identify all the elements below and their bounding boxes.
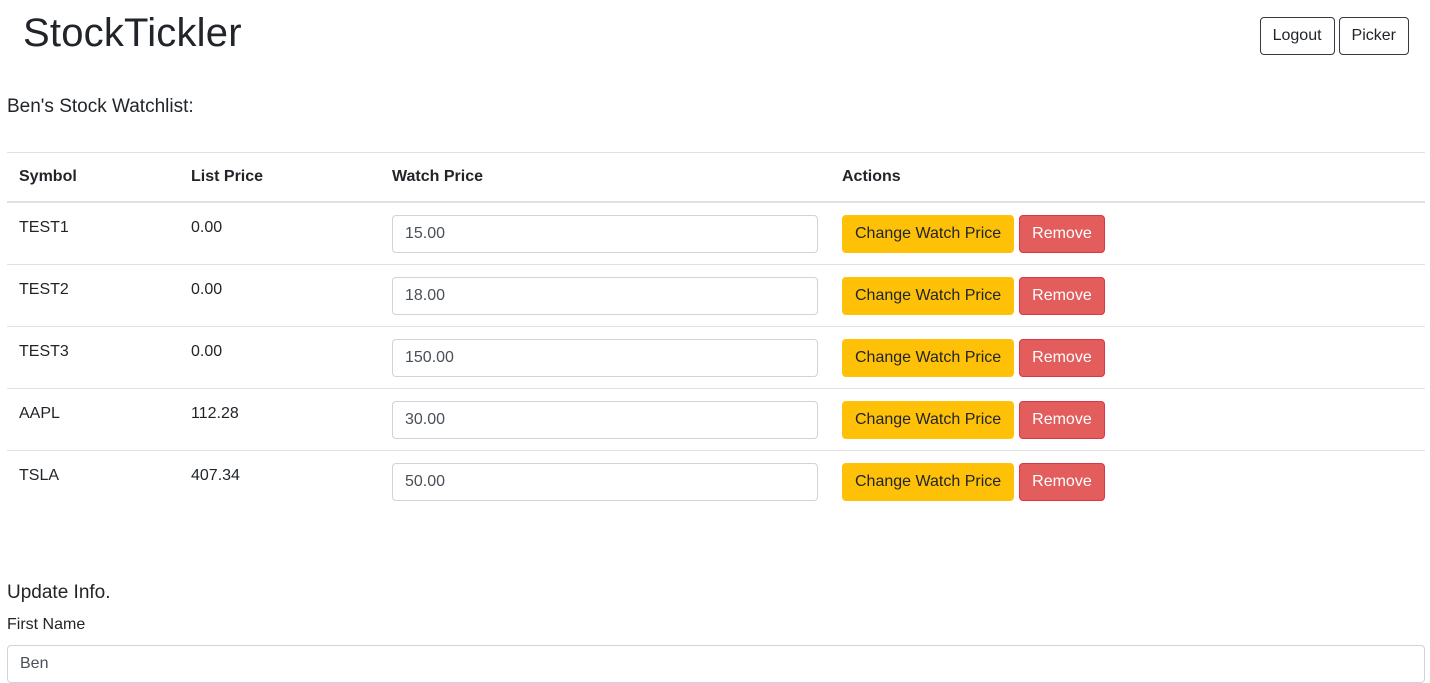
- change-watch-price-button[interactable]: Change Watch Price: [842, 338, 1015, 377]
- app-title: StockTickler: [23, 11, 242, 55]
- watch-price-input[interactable]: [392, 400, 818, 439]
- column-header-list-price: List Price: [179, 152, 380, 203]
- watchlist-title: Ben's Stock Watchlist:: [7, 96, 194, 117]
- table-header-row: Symbol List Price Watch Price Actions: [7, 152, 1425, 203]
- watch-price-cell: [380, 450, 830, 512]
- watch-price-cell: [380, 388, 830, 451]
- remove-button[interactable]: Remove: [1019, 215, 1105, 253]
- symbol-cell: TEST3: [7, 326, 179, 389]
- logout-button[interactable]: Logout: [1259, 17, 1335, 55]
- symbol-cell: AAPL: [7, 388, 179, 451]
- column-header-watch-price: Watch Price: [380, 152, 830, 203]
- list-price-cell: 0.00: [179, 202, 380, 265]
- table-row: TEST1 0.00 Change Watch Price Remove: [7, 202, 1425, 265]
- watch-price-cell: [380, 264, 830, 327]
- change-watch-price-button[interactable]: Change Watch Price: [842, 400, 1015, 439]
- watch-price-cell: [380, 326, 830, 389]
- symbol-cell: TEST2: [7, 264, 179, 327]
- watch-price-input[interactable]: [392, 215, 818, 253]
- remove-button[interactable]: Remove: [1019, 462, 1105, 501]
- remove-button[interactable]: Remove: [1019, 338, 1105, 377]
- actions-cell: Change Watch Price Remove: [830, 202, 1425, 265]
- actions-cell: Change Watch Price Remove: [830, 326, 1425, 389]
- watch-price-cell: [380, 202, 830, 265]
- remove-button[interactable]: Remove: [1019, 276, 1105, 315]
- watch-price-input[interactable]: [392, 462, 818, 501]
- actions-cell: Change Watch Price Remove: [830, 388, 1425, 451]
- first-name-input[interactable]: [7, 645, 1425, 683]
- table-row: TSLA 407.34 Change Watch Price Remove: [7, 450, 1425, 512]
- list-price-cell: 407.34: [191, 466, 240, 484]
- watch-price-input[interactable]: [392, 338, 818, 377]
- list-price-cell: 0.00: [179, 264, 380, 327]
- table-row: AAPL 112.28 Change Watch Price Remove: [7, 388, 1425, 451]
- symbol-cell: TSLA: [19, 466, 60, 484]
- column-header-symbol: Symbol: [7, 152, 179, 203]
- remove-button[interactable]: Remove: [1019, 400, 1105, 439]
- picker-button[interactable]: Picker: [1338, 17, 1409, 55]
- watch-price-input[interactable]: [392, 276, 818, 315]
- update-info-title: Update Info.: [7, 582, 111, 603]
- watchlist-table: Symbol List Price Watch Price Actions TE…: [7, 152, 1425, 512]
- column-header-actions: Actions: [830, 152, 1425, 203]
- change-watch-price-button[interactable]: Change Watch Price: [842, 462, 1015, 501]
- table-row: TEST3 0.00 Change Watch Price Remove: [7, 326, 1425, 389]
- header-actions: Logout Picker: [1259, 17, 1409, 55]
- change-watch-price-button[interactable]: Change Watch Price: [842, 215, 1015, 253]
- actions-cell: Change Watch Price Remove: [830, 264, 1425, 327]
- table-row: TEST2 0.00 Change Watch Price Remove: [7, 264, 1425, 327]
- symbol-cell: TEST1: [7, 202, 179, 265]
- change-watch-price-button[interactable]: Change Watch Price: [842, 276, 1015, 315]
- list-price-cell: 112.28: [179, 388, 380, 451]
- list-price-cell: 0.00: [179, 326, 380, 389]
- first-name-label: First Name: [7, 616, 86, 633]
- actions-cell: Change Watch Price Remove: [830, 450, 1425, 512]
